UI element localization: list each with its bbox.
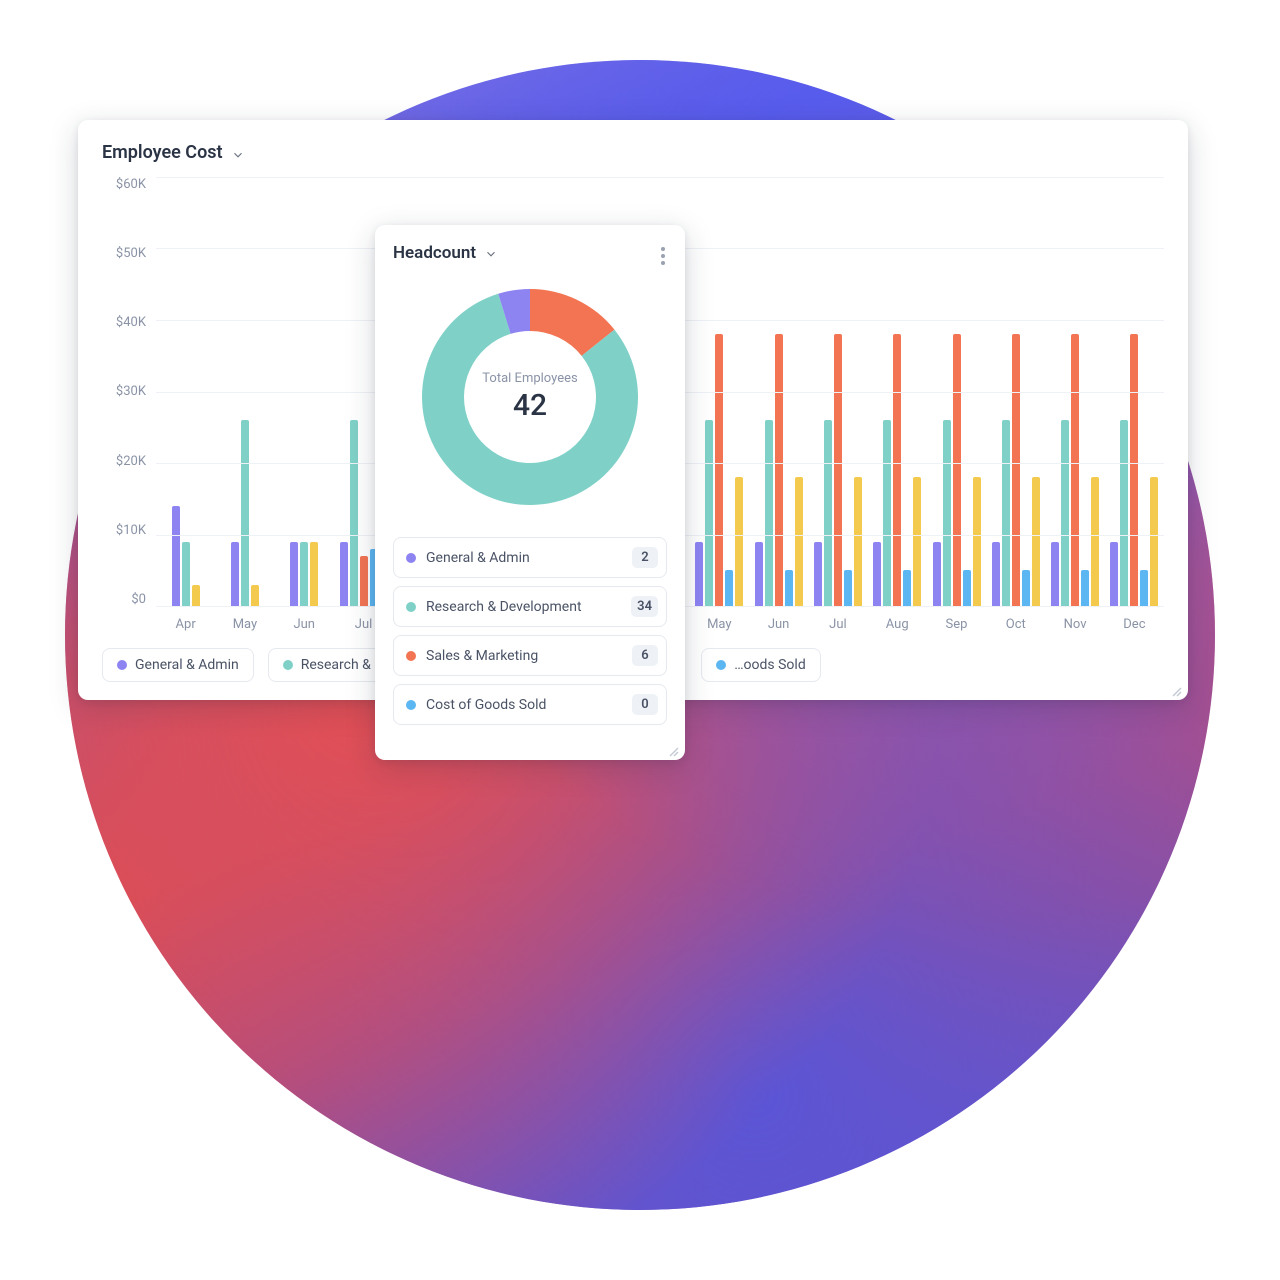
y-tick: $20K — [116, 454, 146, 469]
chevron-down-icon — [484, 246, 498, 260]
legend-label: …oods Sold — [734, 657, 806, 673]
month-label: Nov — [1064, 617, 1087, 632]
headcount-card: Headcount Total Employees 42 General & A… — [375, 225, 685, 760]
month-label: May — [707, 617, 731, 632]
legend-row-general-admin[interactable]: General & Admin 2 — [393, 537, 667, 578]
month-label: Sep — [946, 617, 968, 632]
legend-item-cost-goods[interactable]: …oods Sold — [701, 648, 821, 682]
legend-label: General & Admin — [135, 657, 239, 673]
month-label: May — [233, 617, 257, 632]
donut-center: Total Employees 42 — [482, 371, 577, 423]
employee-cost-title-row[interactable]: Employee Cost — [102, 142, 1164, 163]
resize-handle-icon[interactable] — [1170, 682, 1182, 694]
headcount-donut-chart: Total Employees 42 — [393, 277, 667, 517]
legend-label: General & Admin — [426, 550, 632, 566]
kebab-dot-icon — [661, 247, 665, 251]
legend-dot-icon — [716, 660, 726, 670]
legend-label: Cost of Goods Sold — [426, 697, 632, 713]
month-label: Oct — [1006, 617, 1026, 632]
employee-cost-title: Employee Cost — [102, 142, 223, 163]
month-label: Jul — [829, 617, 847, 632]
legend-dot-icon — [406, 553, 416, 563]
y-tick: $10K — [116, 523, 146, 538]
donut-center-value: 42 — [482, 388, 577, 423]
legend-label: Research & Development — [426, 599, 631, 615]
legend-count: 0 — [632, 694, 658, 715]
legend-dot-icon — [406, 602, 416, 612]
y-axis: $60K $50K $40K $30K $20K $10K $0 — [102, 177, 156, 607]
legend-count: 34 — [631, 596, 658, 617]
headcount-title-row[interactable]: Headcount — [393, 243, 667, 263]
y-tick: $50K — [116, 246, 146, 261]
month-label: Jun — [293, 617, 315, 632]
legend-label: Sales & Marketing — [426, 648, 632, 664]
donut-center-label: Total Employees — [482, 371, 577, 386]
legend-count: 2 — [632, 547, 658, 568]
month-label: Apr — [176, 617, 196, 632]
month-label: Dec — [1123, 617, 1145, 632]
y-tick: $40K — [116, 315, 146, 330]
legend-item-general-admin[interactable]: General & Admin — [102, 648, 254, 682]
kebab-dot-icon — [661, 254, 665, 258]
y-tick: $60K — [116, 177, 146, 192]
legend-dot-icon — [283, 660, 293, 670]
chevron-down-icon — [231, 146, 245, 160]
more-options-button[interactable] — [657, 243, 669, 269]
month-label: Aug — [886, 617, 909, 632]
resize-handle-icon[interactable] — [667, 742, 679, 754]
legend-row-research-dev[interactable]: Research & Development 34 — [393, 586, 667, 627]
legend-row-sales-marketing[interactable]: Sales & Marketing 6 — [393, 635, 667, 676]
legend-dot-icon — [406, 651, 416, 661]
legend-row-cost-goods[interactable]: Cost of Goods Sold 0 — [393, 684, 667, 725]
y-tick: $30K — [116, 384, 146, 399]
legend-dot-icon — [406, 700, 416, 710]
legend-count: 6 — [632, 645, 658, 666]
month-label: Jun — [768, 617, 790, 632]
month-label: Jul — [355, 617, 373, 632]
legend-dot-icon — [117, 660, 127, 670]
y-tick: $0 — [131, 592, 146, 607]
headcount-legend: General & Admin 2 Research & Development… — [393, 537, 667, 725]
headcount-title: Headcount — [393, 243, 476, 263]
kebab-dot-icon — [661, 261, 665, 265]
